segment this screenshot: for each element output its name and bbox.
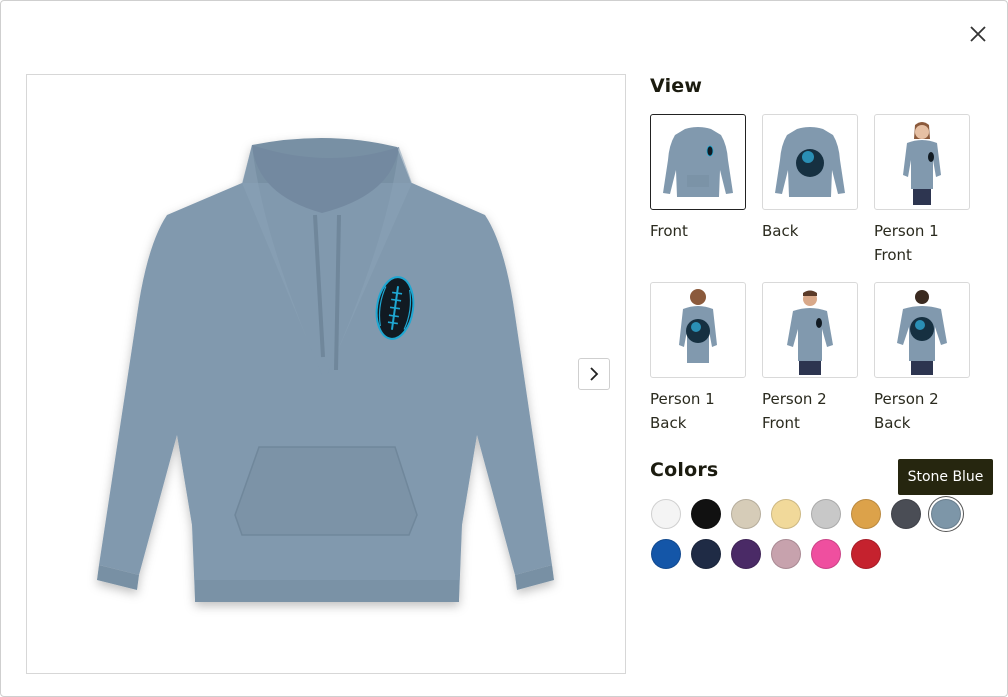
view-heading: View [650,75,703,97]
next-image-button[interactable] [578,358,610,390]
view-thumb-label-person-2-back: Person 2 Back [874,390,939,432]
view-thumb-person-2-front[interactable] [762,282,858,378]
product-preview-modal: View Front Back Person 1 Front Person 1 … [0,0,1008,697]
color-swatch[interactable] [731,499,761,529]
person-2-front-thumb [787,290,833,375]
hoodie-front-thumb [663,127,733,197]
main-product-image [26,74,626,674]
view-thumb-label-back: Back [762,222,799,240]
color-swatch[interactable] [891,499,921,529]
view-thumb-person-1-front[interactable] [874,114,970,210]
color-swatch[interactable] [691,499,721,529]
chevron-right-icon [590,367,599,381]
color-swatch[interactable] [771,539,801,569]
close-icon [970,26,986,42]
view-thumb-label-person-1-front: Person 1 Front [874,222,939,264]
view-thumb-label-person-2-front: Person 2 Front [762,390,827,432]
view-thumb-label-front: Front [650,222,688,240]
color-swatch[interactable] [811,539,841,569]
person-2-back-thumb [897,290,947,375]
color-tooltip: Stone Blue [898,459,993,495]
view-thumb-front[interactable] [650,114,746,210]
hoodie-image [97,137,554,602]
hoodie-back-thumb [775,127,845,197]
person-1-back-thumb [679,289,717,363]
color-swatch[interactable] [651,539,681,569]
color-swatch[interactable] [691,539,721,569]
person-1-front-thumb [903,122,941,205]
color-swatch[interactable] [651,499,681,529]
color-swatch[interactable] [771,499,801,529]
color-swatch[interactable] [731,539,761,569]
view-thumb-label-person-1-back: Person 1 Back [650,390,715,432]
view-thumb-person-2-back[interactable] [874,282,970,378]
color-swatch[interactable] [851,499,881,529]
close-button[interactable] [963,19,993,49]
color-swatch[interactable] [931,499,961,529]
colors-heading: Colors [650,459,719,481]
view-thumb-person-1-back[interactable] [650,282,746,378]
color-swatch[interactable] [811,499,841,529]
view-thumb-back[interactable] [762,114,858,210]
color-swatch[interactable] [851,539,881,569]
